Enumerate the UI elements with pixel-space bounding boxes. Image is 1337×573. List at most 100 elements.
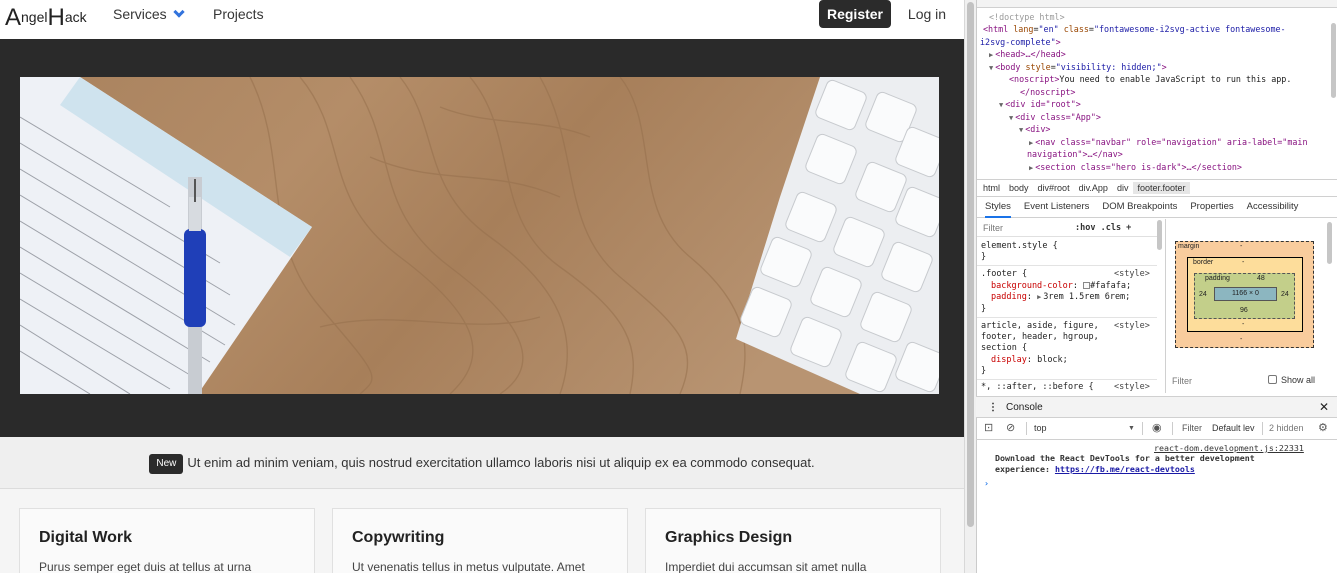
css-rule-universal-selector[interactable]: *, ::after, ::before {	[981, 382, 1094, 393]
card-text: Imperdiet dui accumsan sit amet nulla	[665, 560, 867, 573]
new-tag: New	[149, 454, 184, 474]
clear-console-icon[interactable]: ⊘	[1006, 418, 1015, 439]
breadcrumb-item[interactable]: body	[1009, 183, 1029, 193]
expand-triangle-icon: ▶	[1029, 164, 1034, 172]
breadcrumb-item[interactable]: div.App	[1079, 183, 1108, 193]
css-rule-article-selector-cont: section {	[981, 343, 1028, 353]
service-card-copywriting: Copywriting Ut venenatis tellus in metus…	[332, 508, 628, 573]
rule-divider	[977, 265, 1157, 266]
css-decl-background[interactable]: background-color: #fafafa;	[991, 281, 1131, 293]
checkbox-icon[interactable]	[1268, 375, 1277, 384]
devtools-link[interactable]: https://fb.me/react-devtools	[1055, 464, 1195, 474]
nav-services-label: Services	[113, 6, 167, 22]
breadcrumb-item[interactable]: div	[1117, 183, 1129, 193]
elements-sub-tabs: Styles Event Listeners DOM Breakpoints Prop…	[977, 197, 1337, 218]
eye-icon[interactable]: ◉	[1152, 418, 1162, 439]
card-title: Digital Work	[39, 529, 133, 546]
css-rule-source[interactable]: <style>	[1114, 382, 1150, 393]
service-card-graphics-design: Graphics Design Imperdiet dui accumsan s…	[645, 508, 941, 573]
computed-filter-input[interactable]: Filter	[1172, 376, 1192, 386]
dom-tree-scrollbar[interactable]	[1331, 23, 1336, 98]
styles-filter-input[interactable]: Filter :hov .cls +	[977, 219, 1157, 237]
expand-triangle-icon: ▶	[989, 51, 994, 59]
sidebar-toggle-icon[interactable]: ⊡	[984, 418, 993, 439]
breadcrumb-item[interactable]: html	[983, 183, 1000, 193]
styles-scrollbar[interactable]	[1157, 220, 1162, 250]
box-model-content[interactable]: 1166 × 0	[1214, 287, 1277, 301]
css-decl-display[interactable]: display: block;	[991, 355, 1068, 367]
console-message-cont: experience: https://fb.me/react-devtools	[995, 464, 1195, 474]
console-filter-input[interactable]: Filter	[1182, 418, 1202, 439]
tab-properties[interactable]: Properties	[1190, 201, 1233, 212]
css-rule-element-style[interactable]: element.style {	[981, 241, 1058, 253]
chevron-down-icon[interactable]: ▼	[1128, 418, 1135, 439]
css-decl-padding[interactable]: padding: ▶ 3rem 1.5rem 6rem;	[991, 292, 1130, 304]
tab-dom-breakpoints[interactable]: DOM Breakpoints	[1102, 201, 1177, 212]
register-button[interactable]: Register	[819, 0, 891, 28]
site-logo[interactable]: AngelHack	[5, 4, 87, 32]
hidden-count: 2 hidden	[1269, 423, 1304, 433]
dom-root-node[interactable]: ▼ <div id="root">	[999, 98, 1081, 112]
dom-tree[interactable]: <!doctype html> <html lang="en" class="f…	[977, 9, 1337, 179]
chevron-down-icon	[173, 6, 185, 18]
breadcrumb: html body div#root div.App div footer.footer	[977, 179, 1337, 197]
expand-triangle-icon: ▶	[1029, 139, 1034, 147]
show-all-checkbox[interactable]: Show all	[1268, 375, 1315, 385]
announcement-bar: New Ut enim ad minim veniam, quis nostrud…	[0, 437, 964, 489]
tab-event-listeners[interactable]: Event Listeners	[1024, 201, 1089, 212]
collapse-triangle-icon: ▼	[989, 64, 994, 72]
dom-doctype[interactable]: <!doctype html>	[989, 11, 1065, 24]
styles-pane: Filter :hov .cls + element.style { } .fo…	[977, 219, 1162, 393]
console-drawer-header: ⋮ Console ✕	[976, 396, 1337, 418]
more-options-icon[interactable]: ⋮	[988, 397, 998, 418]
dom-nav-node-cont: navigation">…</nav>	[1027, 149, 1123, 159]
context-selector[interactable]: top	[1034, 418, 1047, 439]
devtools-tab-bar[interactable]	[977, 0, 1337, 8]
navbar: AngelHack Services Projects Register Log…	[0, 0, 964, 39]
rule-divider	[977, 317, 1157, 318]
css-brace: }	[981, 366, 987, 376]
collapse-triangle-icon: ▼	[1019, 126, 1024, 134]
gear-icon[interactable]: ⚙	[1318, 418, 1328, 439]
console-toolbar: ⊡ ⊘ top ▼ ◉ Filter Default lev 2 hidden …	[976, 418, 1337, 440]
dom-div-node[interactable]: ▼ <div>	[1019, 123, 1050, 137]
collapse-triangle-icon: ▼	[999, 101, 1004, 109]
page-scrollbar-thumb[interactable]	[967, 2, 974, 527]
css-rule-article-selector-cont: footer, header, hgroup,	[981, 332, 1099, 342]
console-message: Download the React DevTools for a better…	[995, 453, 1255, 463]
dom-html-node-cont: i2svg-complete">	[980, 37, 1061, 47]
rule-divider	[977, 379, 1157, 380]
console-prompt[interactable]: ›	[984, 478, 989, 489]
breadcrumb-item-selected[interactable]: footer.footer	[1133, 182, 1190, 194]
page-scrollbar[interactable]	[964, 0, 976, 573]
console-tab[interactable]: Console	[1006, 397, 1043, 418]
nav-services-dropdown[interactable]: Services	[113, 6, 185, 22]
card-text: Ut venenatis tellus in metus vulputate. …	[352, 560, 585, 573]
tab-accessibility[interactable]: Accessibility	[1247, 201, 1299, 212]
log-levels-dropdown[interactable]: Default lev	[1212, 418, 1255, 439]
css-brace: }	[981, 252, 987, 262]
card-title: Graphics Design	[665, 529, 793, 546]
dom-html-node[interactable]: <html lang="en" class="fontawesome-i2svg…	[983, 23, 1286, 36]
console-message-source-link[interactable]: react-dom.development.js:22331	[1154, 443, 1304, 454]
login-button[interactable]: Log in	[901, 0, 953, 28]
console-output: react-dom.development.js:22331 Download …	[976, 440, 1337, 573]
css-rule-source[interactable]: <style>	[1114, 269, 1150, 281]
tab-styles[interactable]: Styles	[985, 201, 1011, 218]
close-icon[interactable]: ✕	[1319, 397, 1329, 418]
hero-image	[20, 77, 939, 394]
css-rule-footer-selector[interactable]: .footer {	[981, 269, 1027, 281]
breadcrumb-item[interactable]: div#root	[1038, 183, 1070, 193]
collapse-triangle-icon: ▼	[1009, 114, 1014, 122]
dom-noscript-node[interactable]: <noscript>You need to enable JavaScript …	[1009, 73, 1291, 86]
dom-section-node[interactable]: ▶ <section class="hero is-dark">…</sectio…	[1029, 161, 1242, 175]
box-model-scrollbar[interactable]	[1327, 222, 1332, 264]
css-rule-source[interactable]: <style>	[1114, 321, 1150, 333]
page-viewport: AngelHack Services Projects Register Log…	[0, 0, 964, 573]
hov-cls-toggle[interactable]: :hov .cls +	[1075, 219, 1131, 237]
hero-section	[0, 39, 964, 437]
dom-noscript-close: </noscript>	[1020, 87, 1076, 97]
dom-head-node[interactable]: ▶ <head>…</head>	[989, 48, 1066, 62]
nav-projects-link[interactable]: Projects	[213, 6, 264, 22]
css-rule-article-selector[interactable]: article, aside, figure,	[981, 321, 1099, 333]
